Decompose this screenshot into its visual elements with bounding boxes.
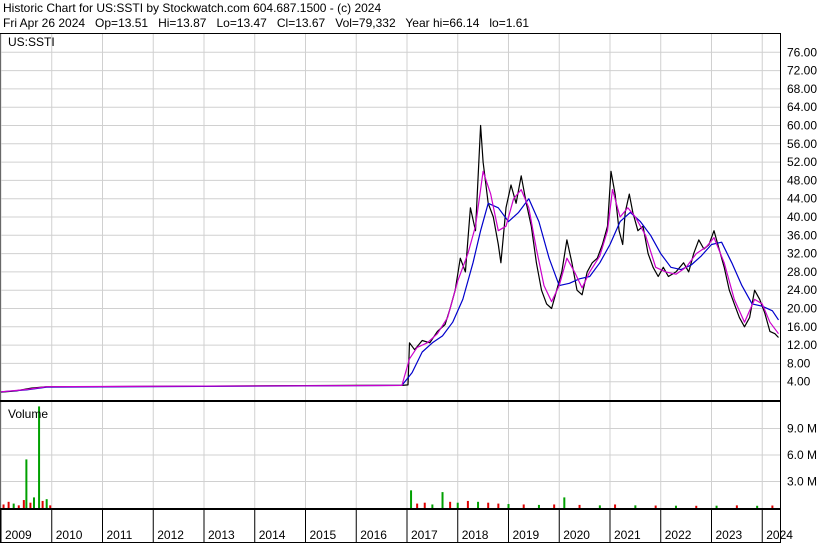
year-tick-label: 2018: [462, 528, 489, 542]
volume-panel-title: Volume: [8, 407, 48, 421]
year-tick-label: 2014: [259, 528, 286, 542]
price-tick-label: 56.00: [787, 137, 817, 151]
year-tick-label: 2021: [614, 528, 641, 542]
year-tick-label: 2013: [208, 528, 235, 542]
volume-bar: [497, 503, 500, 508]
year-tick-label: 2016: [360, 528, 387, 542]
year-tick-label: 2015: [309, 528, 336, 542]
volume-bar: [25, 459, 28, 508]
volume-bar: [423, 502, 426, 508]
volume-bar: [674, 505, 677, 508]
volume-bar: [41, 500, 44, 508]
price-tick-label: 52.00: [787, 155, 817, 169]
volume-tick-label: 9.0 M: [787, 422, 817, 436]
volume-bar: [29, 502, 32, 508]
price-tick-label: 4.00: [787, 375, 811, 389]
price-tick-label: 36.00: [787, 228, 817, 242]
price-tick-label: 64.00: [787, 100, 817, 114]
volume-bar: [756, 505, 759, 508]
price-tick-label: 60.00: [787, 119, 817, 133]
volume-bar: [578, 504, 581, 508]
price-tick-label: 16.00: [787, 320, 817, 334]
volume-bar: [456, 502, 459, 508]
volume-bar: [715, 505, 718, 508]
volume-bar: [634, 505, 637, 508]
volume-bar: [12, 503, 15, 508]
volume-bar: [22, 500, 25, 508]
price-tick-label: 48.00: [787, 173, 817, 187]
volume-bar: [654, 505, 657, 508]
price-panel-title: US:SSTI: [8, 35, 55, 49]
short-moving-average-line: [0, 170, 779, 393]
year-tick-label: 2019: [512, 528, 539, 542]
price-tick-label: 20.00: [787, 302, 817, 316]
volume-bar: [2, 504, 5, 508]
price-tick-label: 24.00: [787, 283, 817, 297]
stock-chart: 76.00 72.00 68.00 64.00 60.00 56.00 52.00 48.00…: [0, 33, 817, 543]
volume-bar: [410, 490, 413, 508]
year-tick-label: 2009: [5, 528, 32, 542]
year-tick-label: 2010: [56, 528, 83, 542]
volume-bar: [553, 504, 556, 508]
volume-tick-label: 3.0 M: [787, 475, 817, 489]
price-tick-label: 32.00: [787, 247, 817, 261]
volume-bar: [537, 504, 540, 508]
price-tick-label: 40.00: [787, 210, 817, 224]
volume-bar: [522, 504, 525, 508]
price-tick-label: 68.00: [787, 82, 817, 96]
volume-bar: [466, 500, 469, 508]
volume-bar: [614, 504, 617, 508]
year-tick-label: 2011: [106, 528, 132, 542]
volume-bar: [735, 505, 738, 508]
volume-bar: [563, 497, 566, 508]
volume-bar: [449, 501, 452, 508]
price-series-line: [0, 124, 779, 393]
year-tick-label: 2017: [411, 528, 438, 542]
year-tick-label: 2022: [665, 528, 692, 542]
price-tick-label: 44.00: [787, 192, 817, 206]
price-tick-label: 76.00: [787, 45, 817, 59]
volume-bar: [32, 497, 35, 508]
price-tick-label: 72.00: [787, 64, 817, 78]
price-tick-label: 28.00: [787, 265, 817, 279]
volume-bar: [695, 505, 698, 508]
price-tick-label: 8.00: [787, 356, 811, 370]
volume-bar: [49, 505, 52, 508]
price-tick-label: 12.00: [787, 338, 817, 352]
volume-tick-label: 6.0 M: [787, 448, 817, 462]
volume-bar: [38, 406, 41, 508]
volume-bar: [507, 504, 510, 508]
long-moving-average-line: [0, 198, 779, 393]
volume-bar: [7, 501, 10, 508]
year-tick-label: 2012: [157, 528, 184, 542]
year-tick-label: 2020: [563, 528, 590, 542]
volume-bar: [416, 503, 419, 508]
volume-bar: [45, 499, 48, 508]
volume-bar: [477, 501, 480, 508]
volume-bar: [487, 502, 490, 508]
volume-bar: [771, 505, 774, 508]
volume-bar: [441, 492, 444, 508]
volume-bar: [431, 504, 434, 508]
volume-bar: [598, 505, 601, 508]
volume-bar: [17, 505, 20, 508]
year-tick-label: 2024: [766, 528, 793, 542]
year-tick-label: 2023: [715, 528, 742, 542]
